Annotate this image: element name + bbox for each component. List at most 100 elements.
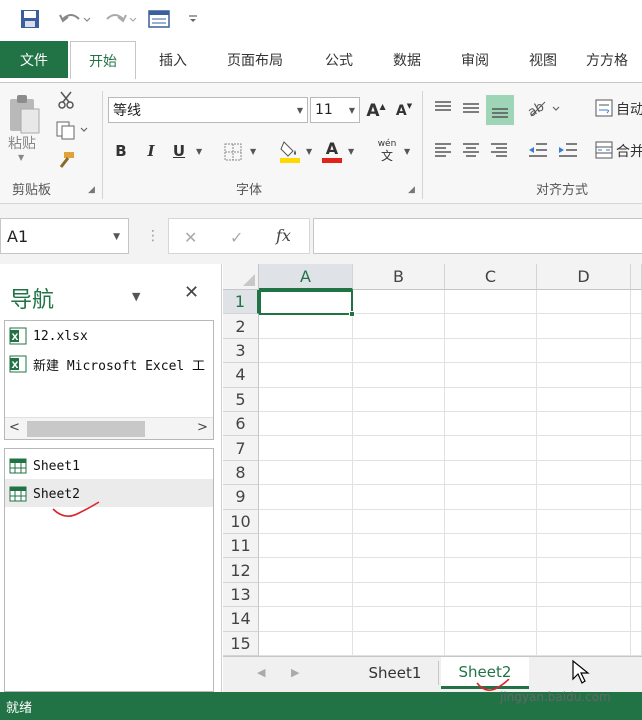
row-header[interactable]: 7 [223, 436, 259, 461]
grid-cell[interactable] [631, 631, 642, 656]
tab-file[interactable]: 文件 [0, 41, 68, 78]
grid-cell[interactable] [445, 387, 537, 412]
row-header[interactable]: 3 [223, 338, 259, 364]
tab-page-layout[interactable]: 页面布局 [212, 41, 298, 79]
decrease-indent-icon[interactable] [526, 139, 550, 161]
shrink-font-button[interactable]: A ▼ [394, 99, 414, 123]
redo-icon[interactable] [102, 8, 138, 30]
grid-cell[interactable] [353, 631, 445, 656]
grid-cell[interactable] [631, 582, 642, 608]
grid-cell[interactable] [353, 387, 445, 412]
grid-cell[interactable] [445, 607, 537, 632]
row-header[interactable]: 12 [223, 558, 259, 583]
grid-cell[interactable] [537, 290, 631, 315]
row-header[interactable]: 15 [223, 631, 259, 656]
column-header[interactable]: B [353, 264, 445, 290]
scroll-left-button[interactable]: < [9, 420, 20, 435]
grid-cell[interactable] [445, 582, 537, 608]
row-header[interactable]: 9 [223, 485, 259, 510]
fill-color-icon[interactable] [278, 137, 302, 165]
wrap-text-icon[interactable] [594, 97, 614, 119]
name-box[interactable]: A1 ▼ [0, 218, 129, 254]
sheet-tab-sheet1[interactable]: Sheet1 [355, 657, 435, 689]
grid-cell[interactable] [353, 338, 445, 364]
grid-cell[interactable] [631, 558, 642, 583]
format-painter-icon[interactable] [54, 149, 78, 171]
grid-cell[interactable] [353, 607, 445, 632]
grid-cell[interactable] [259, 631, 353, 656]
grid-cell[interactable] [631, 387, 642, 412]
orientation-icon[interactable]: ab [526, 97, 562, 119]
grid-cell[interactable] [445, 412, 537, 437]
tab-home[interactable]: 开始 [70, 41, 136, 79]
grid-cell[interactable] [631, 485, 642, 510]
grid-cell[interactable] [353, 558, 445, 583]
grid-cell[interactable] [537, 436, 631, 461]
grid-cell[interactable] [537, 363, 631, 388]
paste-icon[interactable] [6, 91, 42, 139]
enter-formula-button[interactable]: ✓ [230, 228, 243, 247]
grid-cell[interactable] [259, 314, 353, 339]
grid-cell[interactable] [537, 607, 631, 632]
underline-dropdown-icon[interactable]: ▼ [196, 147, 202, 156]
grid-cell[interactable] [631, 314, 642, 339]
grid-cell[interactable] [259, 509, 353, 534]
grid-cell[interactable] [259, 412, 353, 437]
grid-cell[interactable] [353, 290, 445, 315]
grid-cell[interactable] [537, 460, 631, 486]
grid-cell[interactable] [353, 412, 445, 437]
paste-dropdown-icon[interactable]: ▼ [18, 153, 24, 162]
middle-align-icon[interactable] [460, 97, 482, 119]
cancel-formula-button[interactable]: ✕ [184, 228, 197, 247]
tab-scroll-next-button[interactable]: ▶ [291, 666, 299, 679]
row-header[interactable]: 10 [223, 509, 259, 534]
column-header[interactable]: C [445, 264, 537, 290]
row-header[interactable]: 2 [223, 314, 259, 339]
grid-cell[interactable] [445, 363, 537, 388]
phonetic-dropdown-icon[interactable]: ▼ [404, 147, 410, 156]
tab-fangfang[interactable]: 方方格 [586, 41, 642, 79]
nav-options-dropdown-icon[interactable]: ▼ [132, 290, 140, 303]
list-item[interactable]: X 12.xlsx [9, 323, 88, 349]
row-header[interactable]: 5 [223, 387, 259, 412]
grid-cell[interactable] [259, 485, 353, 510]
grow-font-button[interactable]: A ▲ [366, 99, 386, 123]
grid-cell[interactable] [353, 534, 445, 559]
grid-cell[interactable] [537, 314, 631, 339]
grid-cell[interactable] [353, 436, 445, 461]
align-center-icon[interactable] [460, 139, 482, 161]
underline-button[interactable]: U [168, 139, 190, 163]
row-header[interactable]: 4 [223, 363, 259, 388]
cut-icon[interactable] [54, 89, 78, 111]
row-header[interactable]: 6 [223, 412, 259, 437]
font-color-button[interactable]: A [320, 137, 344, 165]
grid-cell[interactable] [537, 558, 631, 583]
grid-cell[interactable] [631, 436, 642, 461]
phonetic-button[interactable]: wén 文 [374, 135, 400, 167]
grid-cell[interactable] [537, 412, 631, 437]
grid-cell[interactable] [537, 387, 631, 412]
column-header[interactable]: D [537, 264, 631, 290]
grid-cell[interactable] [631, 412, 642, 437]
grid-cell[interactable] [353, 582, 445, 608]
grid-cell[interactable] [445, 314, 537, 339]
customize-icon[interactable] [184, 8, 202, 30]
grid-cell[interactable] [445, 290, 537, 315]
grid-cell[interactable] [631, 607, 642, 632]
grid-cell[interactable] [631, 460, 642, 486]
grid-cell[interactable] [537, 534, 631, 559]
grid-cell[interactable] [537, 582, 631, 608]
borders-dropdown-icon[interactable]: ▼ [250, 147, 256, 156]
grid-cell[interactable] [353, 363, 445, 388]
top-align-icon[interactable] [432, 97, 454, 119]
row-header[interactable]: 1 [223, 290, 259, 315]
grid-cell[interactable] [631, 534, 642, 559]
insert-function-button[interactable]: fx [276, 226, 291, 245]
grid-cell[interactable] [259, 387, 353, 412]
tab-insert[interactable]: 插入 [140, 41, 206, 79]
fill-handle[interactable] [349, 311, 355, 317]
increase-indent-icon[interactable] [556, 139, 580, 161]
grid-cell[interactable] [445, 436, 537, 461]
row-header[interactable]: 14 [223, 607, 259, 632]
grid-cell[interactable] [445, 558, 537, 583]
